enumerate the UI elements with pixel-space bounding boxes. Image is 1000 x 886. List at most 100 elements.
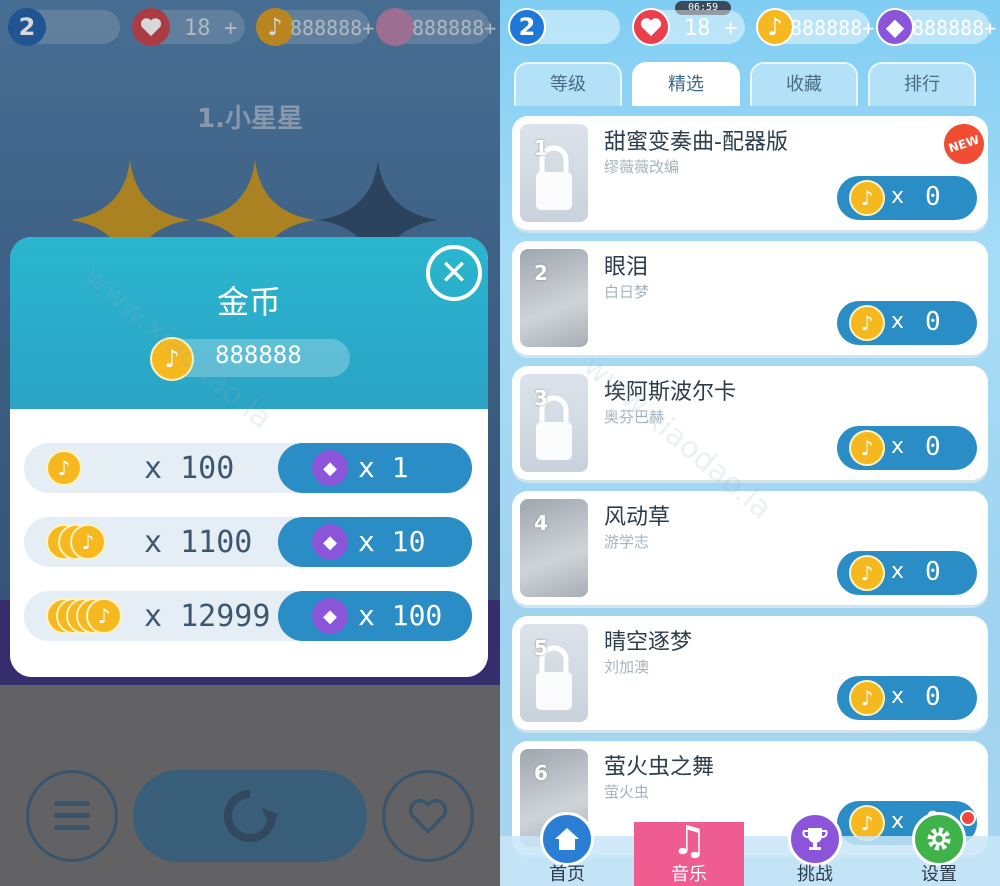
coin-icon: ♪ bbox=[849, 555, 885, 591]
tab-favorites[interactable]: 收藏 bbox=[750, 62, 858, 106]
buy-pack-button[interactable]: ◆ x 10 bbox=[278, 517, 472, 567]
coin-balance: 888888 bbox=[215, 341, 302, 369]
lives-count: 18 bbox=[684, 16, 711, 41]
pack-price: x 1 bbox=[358, 451, 409, 484]
song-thumbnail: 2 bbox=[520, 249, 588, 347]
song-row[interactable]: 5 晴空逐梦 刘加澳 ♪ x 0 bbox=[512, 616, 988, 730]
song-title: 萤火虫之舞 bbox=[604, 755, 715, 780]
coin-icon: ♪ bbox=[849, 180, 885, 216]
coin-icon: ♪ bbox=[46, 450, 82, 486]
gem-icon: ◆ bbox=[312, 598, 348, 634]
song-title: 埃阿斯波尔卡 bbox=[604, 380, 737, 405]
price-multiplier: x bbox=[891, 309, 905, 334]
song-index: 3 bbox=[534, 386, 548, 410]
right-screen: 06:59 2 18 + ♪ 888888+ ◆ 888888+ 等级 精选 收… bbox=[500, 0, 1000, 886]
tab-ranking[interactable]: 排行 bbox=[868, 62, 976, 106]
gems-count[interactable]: 888888+ bbox=[912, 16, 996, 40]
song-title: 眼泪 bbox=[604, 255, 649, 280]
dialog-header: 金币 ✕ ♪ 888888 bbox=[10, 237, 488, 409]
coins-count[interactable]: 888888+ bbox=[790, 16, 874, 40]
price-multiplier: x bbox=[891, 434, 905, 459]
pack-price: x 10 bbox=[358, 525, 426, 558]
coin-icon: ♪ bbox=[849, 430, 885, 466]
price-multiplier: x bbox=[891, 684, 905, 709]
song-price: 0 bbox=[925, 182, 941, 212]
song-thumbnail: 4 bbox=[520, 499, 588, 597]
song-price: 0 bbox=[925, 557, 941, 587]
coin-shop-dialog: 金币 ✕ ♪ 888888 ♪ x 100 ◆ x 1 ♪ x 1100 ◆ x… bbox=[10, 237, 488, 677]
song-index: 1 bbox=[534, 136, 548, 160]
notification-dot bbox=[960, 810, 976, 826]
song-thumbnail: 1 bbox=[520, 124, 588, 222]
song-row[interactable]: 1 甜蜜变奏曲-配器版 缪薇薇改编 NEW ♪ x 0 bbox=[512, 116, 988, 230]
gear-icon bbox=[912, 812, 966, 866]
song-price-button[interactable]: ♪ x 0 bbox=[837, 426, 977, 470]
gem-icon: ◆ bbox=[312, 524, 348, 560]
new-badge: NEW bbox=[938, 118, 988, 170]
home-icon bbox=[540, 812, 594, 866]
heart-icon bbox=[632, 8, 670, 46]
pack-amount: x 1100 bbox=[144, 525, 253, 560]
song-title: 风动草 bbox=[604, 505, 671, 530]
song-price-button[interactable]: ♪ x 0 bbox=[837, 176, 977, 220]
coin-stack-icon: ♪ bbox=[70, 524, 106, 560]
nav-label: 首页 bbox=[549, 864, 585, 885]
song-index: 6 bbox=[534, 761, 548, 785]
song-index: 2 bbox=[534, 261, 548, 285]
song-title: 晴空逐梦 bbox=[604, 630, 693, 655]
song-price-button[interactable]: ♪ x 0 bbox=[837, 551, 977, 595]
tab-featured[interactable]: 精选 bbox=[632, 62, 740, 106]
status-bar: 2 18 + ♪ 888888+ ◆ 888888+ bbox=[500, 8, 1000, 54]
coin-stack-icon: ♪ bbox=[86, 598, 122, 634]
song-row[interactable]: 4 风动草 游学志 ♪ x 0 bbox=[512, 491, 988, 605]
pack-amount: x 100 bbox=[144, 451, 235, 486]
tab-level[interactable]: 等级 bbox=[514, 62, 622, 106]
song-index: 5 bbox=[534, 636, 548, 660]
song-price-button[interactable]: ♪ x 0 bbox=[837, 301, 977, 345]
coin-pack-row: ♪ x 1100 ◆ x 10 bbox=[24, 517, 472, 567]
category-tabs: 等级 精选 收藏 排行 bbox=[514, 62, 986, 106]
song-thumbnail: 3 bbox=[520, 374, 588, 472]
coin-icon: ♪ bbox=[849, 305, 885, 341]
nav-settings[interactable]: 设置 bbox=[884, 810, 994, 886]
buy-pack-button[interactable]: ◆ x 1 bbox=[278, 443, 472, 493]
dialog-title: 金币 bbox=[216, 283, 281, 321]
song-title: 甜蜜变奏曲-配器版 bbox=[604, 130, 788, 155]
nav-music[interactable]: ♫ 音乐 bbox=[634, 818, 744, 886]
pack-list: ♪ x 100 ◆ x 1 ♪ x 1100 ◆ x 10 ♪ x 12999 … bbox=[10, 409, 488, 677]
song-price: 0 bbox=[925, 307, 941, 337]
coin-icon: ♪ bbox=[150, 337, 194, 381]
coin-icon: ♪ bbox=[849, 680, 885, 716]
price-multiplier: x bbox=[891, 559, 905, 584]
bottom-nav: 首页 ♫ 音乐 挑战 设置 bbox=[500, 810, 1000, 886]
coin-pack-row: ♪ x 100 ◆ x 1 bbox=[24, 443, 472, 493]
nav-home[interactable]: 首页 bbox=[512, 812, 622, 886]
nav-label: 音乐 bbox=[671, 864, 707, 885]
coin-pack-row: ♪ x 12999 ◆ x 100 bbox=[24, 591, 472, 641]
song-author: 游学志 bbox=[604, 533, 650, 551]
gem-icon: ◆ bbox=[312, 450, 348, 486]
song-author: 萤火虫 bbox=[604, 783, 650, 801]
level-badge: 2 bbox=[508, 8, 546, 46]
song-author: 白日梦 bbox=[604, 283, 650, 301]
song-index: 4 bbox=[534, 511, 548, 535]
close-button[interactable]: ✕ bbox=[426, 245, 482, 301]
song-price: 0 bbox=[925, 432, 941, 462]
song-price: 0 bbox=[925, 682, 941, 712]
add-lives-button[interactable]: + bbox=[724, 16, 737, 41]
gem-icon: ◆ bbox=[876, 8, 914, 46]
song-author: 刘加澳 bbox=[604, 658, 650, 676]
nav-challenge[interactable]: 挑战 bbox=[760, 812, 870, 886]
pack-amount: x 12999 bbox=[144, 599, 271, 634]
music-note-icon: ♪ bbox=[756, 8, 794, 46]
nav-label: 挑战 bbox=[797, 864, 833, 885]
nav-label: 设置 bbox=[921, 864, 957, 885]
song-row[interactable]: 2 眼泪 白日梦 ♪ x 0 bbox=[512, 241, 988, 355]
trophy-icon bbox=[788, 812, 842, 866]
song-row[interactable]: 3 埃阿斯波尔卡 奥芬巴赫 ♪ x 0 bbox=[512, 366, 988, 480]
pack-price: x 100 bbox=[358, 599, 443, 632]
buy-pack-button[interactable]: ◆ x 100 bbox=[278, 591, 472, 641]
left-screen: 2 18 + ♪ 888888+ 888888+ 1.小星星 金币 ✕ ♪ 88… bbox=[0, 0, 500, 886]
price-multiplier: x bbox=[891, 184, 905, 209]
song-price-button[interactable]: ♪ x 0 bbox=[837, 676, 977, 720]
